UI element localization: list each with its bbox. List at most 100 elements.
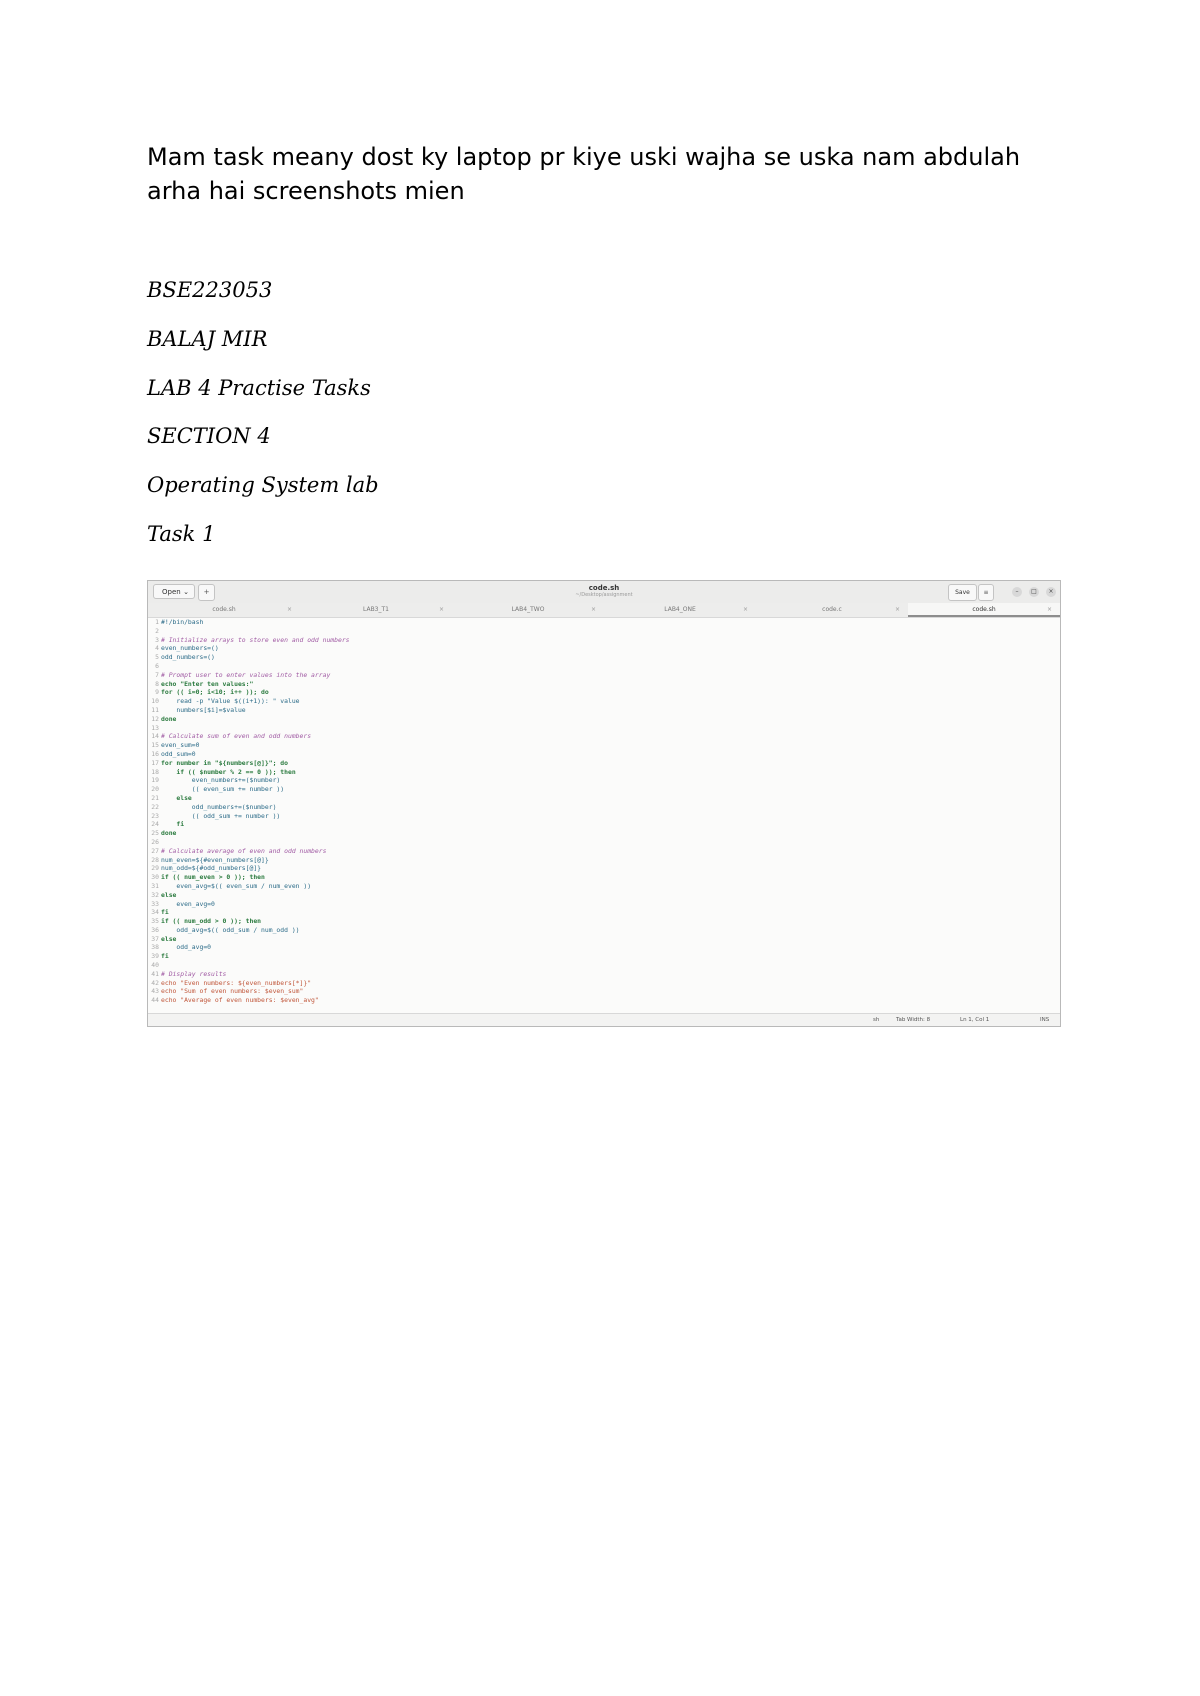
line-number: 40 [151, 961, 159, 970]
code-line: 37 else [148, 935, 1060, 944]
task-label: Task 1 [147, 522, 216, 546]
tab-close-icon[interactable]: × [439, 603, 444, 617]
code-text: fi [161, 908, 169, 917]
line-number: 20 [151, 785, 159, 794]
code-text: #!/bin/bash [161, 618, 204, 626]
tab-4[interactable]: LAB4_ONE × [604, 603, 756, 617]
line-number: 14 [151, 732, 159, 741]
code-line: 8 echo "Enter ten values:" [148, 680, 1060, 689]
code-line: 12 done [148, 715, 1060, 724]
tab-close-icon[interactable]: × [1047, 603, 1052, 617]
code-line: 32 else [148, 891, 1060, 900]
language-selector[interactable]: sh [873, 1014, 879, 1026]
tab-6-active[interactable]: code.sh × [908, 603, 1060, 617]
code-text: odd_numbers+=($number) [161, 802, 277, 811]
code-text: # Initialize arrays to store even and od… [161, 635, 350, 644]
code-line: 36 odd_avg=$(( odd_sum / num_odd )) [148, 926, 1060, 935]
code-line: 3 # Initialize arrays to store even and o… [148, 636, 1060, 645]
code-text: fi [161, 820, 185, 829]
code-line: 2 [148, 627, 1060, 636]
insert-mode: INS [1040, 1017, 1050, 1023]
code-line: 18 if (( $number % 2 == 0 )); then [148, 768, 1060, 777]
code-text: fi [161, 952, 169, 961]
code-line: 39 fi [148, 952, 1060, 961]
code-line: 27 # Calculate average of even and odd nu… [148, 847, 1060, 856]
line-number: 37 [151, 934, 159, 943]
maximize-icon[interactable]: □ [1029, 587, 1039, 597]
line-number: 36 [151, 925, 159, 934]
tab-label: LAB3_T1 [362, 606, 389, 613]
line-number: 21 [151, 793, 159, 802]
code-line: 40 [148, 961, 1060, 970]
line-number: 39 [151, 952, 159, 961]
tab-close-icon[interactable]: × [591, 603, 596, 617]
tab-2[interactable]: LAB3_T1 × [300, 603, 452, 617]
line-number: 15 [151, 741, 159, 750]
line-number: 19 [151, 776, 159, 785]
line-number: 41 [151, 969, 159, 978]
code-line: 17 for number in "${numbers[@]}"; do [148, 759, 1060, 768]
code-line: 35 if (( num_odd > 0 )); then [148, 917, 1060, 926]
code-line: 26 [148, 838, 1060, 847]
code-text: else [161, 934, 177, 943]
tab-5[interactable]: code.c × [756, 603, 908, 617]
tab-label: LAB4_ONE [664, 606, 696, 613]
tab-3[interactable]: LAB4_TWO × [452, 603, 604, 617]
code-text: if (( num_even > 0 )); then [161, 873, 265, 882]
code-text: echo "Enter ten values:" [161, 679, 254, 688]
code-text: if (( $number % 2 == 0 )); then [161, 767, 296, 776]
line-number: 44 [151, 996, 159, 1005]
code-line: 23 (( odd_sum += number )) [148, 812, 1060, 821]
tab-width-selector[interactable]: Tab Width: 8 [896, 1014, 930, 1026]
code-line: 7 # Prompt user to enter values into the … [148, 671, 1060, 680]
code-text: # Prompt user to enter values into the a… [161, 670, 331, 679]
code-text: even_avg=0 [161, 899, 215, 908]
line-number: 3 [155, 635, 159, 644]
line-number: 38 [151, 943, 159, 952]
code-line: 4 even_numbers=() [148, 644, 1060, 653]
line-number: 35 [151, 917, 159, 926]
hamburger-menu-icon[interactable]: ≡ [978, 584, 994, 601]
line-number: 23 [151, 811, 159, 820]
code-text: else [161, 890, 177, 899]
code-line: 28 num_even=${#even_numbers[@]} [148, 856, 1060, 865]
code-text: read -p "Value $((i+1)): " value [161, 697, 300, 706]
line-number: 26 [151, 837, 159, 846]
code-editor-area[interactable]: 1 #!/bin/bash 2 3 # Initialize arrays to sto… [148, 618, 1060, 1014]
code-text: even_numbers=() [161, 644, 219, 653]
code-text: echo "Sum of even numbers: $even_sum" [161, 987, 304, 996]
tab-label: LAB4_TWO [511, 606, 545, 613]
minimize-icon[interactable]: – [1012, 587, 1022, 597]
tab-1[interactable]: code.sh × [148, 603, 300, 617]
status-bar: sh Tab Width: 8 Ln 1, Col 1 INS [148, 1013, 1060, 1026]
line-number: 16 [151, 749, 159, 758]
code-line: 43 echo "Sum of even numbers: $even_sum" [148, 987, 1060, 996]
code-line: 20 (( even_sum += number )) [148, 785, 1060, 794]
code-text: (( odd_sum += number )) [161, 811, 281, 820]
code-line: 6 [148, 662, 1060, 671]
save-button[interactable]: Save [948, 584, 977, 601]
tab-label: code.c [822, 606, 842, 613]
cursor-position[interactable]: Ln 1, Col 1 [960, 1014, 989, 1026]
code-line: 5 odd_numbers=() [148, 653, 1060, 662]
tab-label: code.sh [212, 606, 236, 613]
code-text: echo "Average of even numbers: $even_avg… [161, 996, 319, 1005]
close-icon[interactable]: × [1046, 587, 1056, 597]
line-number: 31 [151, 881, 159, 890]
line-number: 22 [151, 802, 159, 811]
line-number: 30 [151, 873, 159, 882]
line-number: 18 [151, 767, 159, 776]
code-line: 14 # Calculate sum of even and odd number… [148, 732, 1060, 741]
tab-close-icon[interactable]: × [895, 603, 900, 617]
tab-close-icon[interactable]: × [287, 603, 292, 617]
code-text: odd_sum=0 [161, 749, 196, 758]
intro-note: Mam task meany dost ky laptop pr kiye us… [147, 143, 1021, 205]
code-line: 25 done [148, 829, 1060, 838]
code-text: (( even_sum += number )) [161, 785, 285, 794]
line-number: 8 [155, 679, 159, 688]
code-text: else [161, 793, 192, 802]
tab-close-icon[interactable]: × [743, 603, 748, 617]
code-text: num_even=${#even_numbers[@]} [161, 855, 269, 864]
window-title: code.sh [588, 584, 620, 592]
code-line: 21 else [148, 794, 1060, 803]
